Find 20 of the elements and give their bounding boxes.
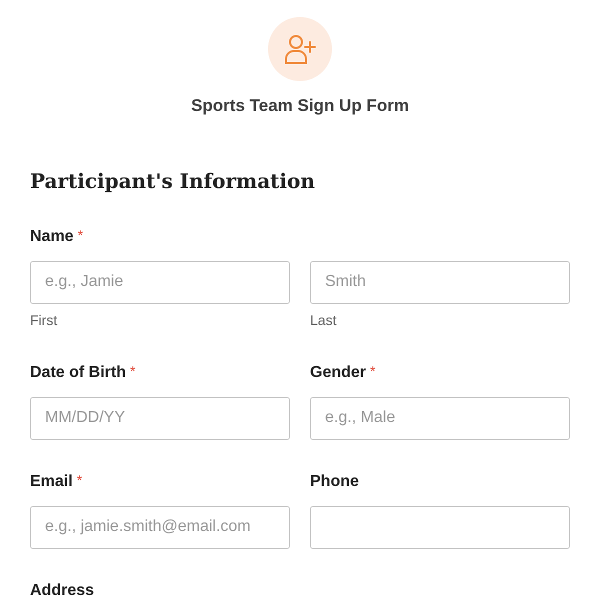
required-mark: * bbox=[130, 362, 136, 380]
field-label: Address bbox=[30, 580, 94, 600]
input-field[interactable]: Smith bbox=[310, 260, 570, 304]
field-sublabel: First bbox=[30, 310, 58, 330]
input-field[interactable] bbox=[310, 506, 570, 548]
required-mark: * bbox=[76, 470, 82, 490]
section-heading: Participant's Information bbox=[30, 168, 316, 192]
input-field[interactable]: MM/DD/YY bbox=[30, 396, 290, 440]
input-field[interactable]: e.g., Jamie bbox=[30, 260, 290, 304]
field-label: Gender bbox=[310, 362, 366, 382]
field-label: Date of Birth bbox=[30, 362, 126, 382]
required-mark: * bbox=[78, 226, 84, 244]
input-field[interactable]: e.g., jamie.smith@email.com bbox=[30, 506, 290, 548]
field-label: Name bbox=[30, 226, 74, 246]
input-field[interactable]: e.g., Male bbox=[310, 396, 570, 440]
field-label: Email bbox=[30, 472, 73, 492]
field-label: Phone bbox=[310, 472, 359, 492]
field-sublabel: Last bbox=[310, 310, 336, 330]
form-title: Sports Team Sign Up Form bbox=[191, 95, 409, 117]
required-mark: * bbox=[370, 362, 376, 380]
